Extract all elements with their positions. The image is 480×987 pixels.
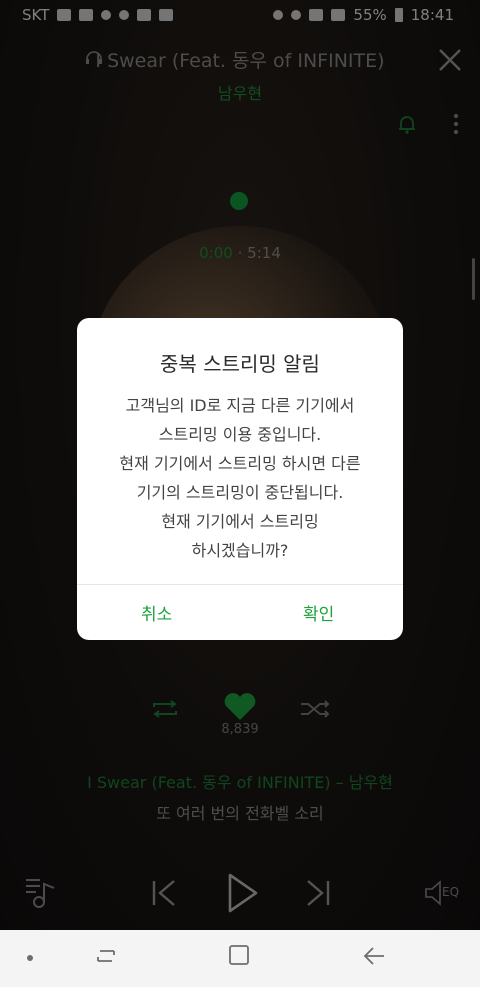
back-icon[interactable] [362,944,386,968]
dialog-message-line: 하시겠습니까? [191,541,289,560]
system-nav-bar [0,930,480,987]
dialog-message-line: 기기의 스트리밍이 중단됩니다. [136,483,344,502]
dialog-message-line: 현재 기기에서 스트리밍 [161,512,319,531]
confirm-button[interactable]: 확인 [303,600,334,625]
nav-dot-icon[interactable] [26,954,34,962]
duplicate-streaming-dialog: 중복 스트리밍 알림 고객님의 ID로 지금 다른 기기에서 스트리밍 이용 중… [77,318,403,640]
recent-apps-icon[interactable] [94,944,118,968]
dialog-message-line: 스트리밍 이용 중입니다. [158,425,322,444]
dialog-title: 중복 스트리밍 알림 [160,352,320,376]
dialog-divider [77,584,403,585]
home-icon[interactable] [228,944,250,966]
dialog-message: 고객님의 ID로 지금 다른 기기에서 스트리밍 이용 중입니다. 현재 기기에… [95,391,385,565]
dialog-message-line: 고객님의 ID로 지금 다른 기기에서 [125,396,355,415]
dialog-message-line: 현재 기기에서 스트리밍 하시면 다른 [119,454,361,473]
cancel-button[interactable]: 취소 [141,600,172,625]
